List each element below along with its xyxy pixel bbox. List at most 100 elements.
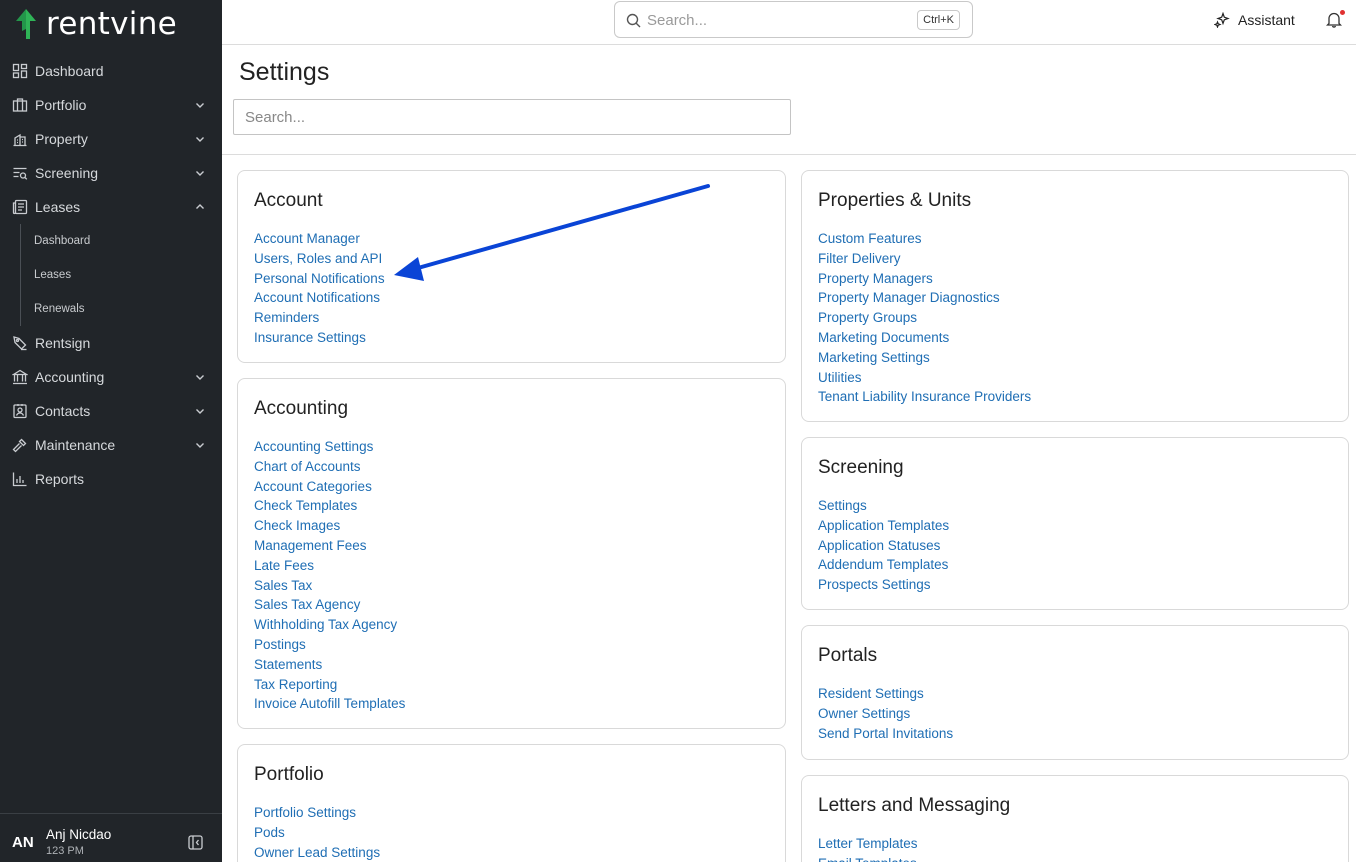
chevron-down-icon — [196, 409, 204, 414]
link-marketing-documents[interactable]: Marketing Documents — [818, 328, 1031, 348]
link-statements[interactable]: Statements — [254, 655, 405, 675]
link-property-managers[interactable]: Property Managers — [818, 269, 1031, 289]
chevron-down-icon — [196, 137, 204, 142]
card-links: Letter Templates Email Templates — [818, 834, 918, 862]
card-title: Portfolio — [254, 764, 324, 785]
header-divider — [222, 154, 1356, 155]
link-account-notifications[interactable]: Account Notifications — [254, 288, 385, 308]
link-resident-settings[interactable]: Resident Settings — [818, 684, 953, 704]
sidebar-item-property[interactable]: Property — [0, 122, 222, 156]
sidebar-item-screening[interactable]: Screening — [0, 156, 222, 190]
link-addendum-templates[interactable]: Addendum Templates — [818, 555, 949, 575]
accounting-icon — [12, 369, 28, 385]
rentsign-icon — [12, 335, 28, 351]
search-icon — [626, 13, 641, 28]
link-withholding-tax-agency[interactable]: Withholding Tax Agency — [254, 615, 405, 635]
link-portfolio-settings[interactable]: Portfolio Settings — [254, 803, 380, 823]
link-personal-notifications[interactable]: Personal Notifications — [254, 269, 385, 289]
link-application-templates[interactable]: Application Templates — [818, 516, 949, 536]
assistant-label: Assistant — [1238, 12, 1295, 28]
link-owner-settings[interactable]: Owner Settings — [818, 704, 953, 724]
chevron-down-icon — [196, 443, 204, 448]
sidebar: rentvine Dashboard Portfolio Property Sc… — [0, 0, 222, 862]
contacts-icon — [12, 403, 28, 419]
subnav-item-leases[interactable]: Leases — [21, 258, 222, 292]
sidebar-item-rentsign[interactable]: Rentsign — [0, 326, 222, 360]
link-accounting-settings[interactable]: Accounting Settings — [254, 437, 405, 457]
sidebar-item-label: Portfolio — [35, 97, 87, 113]
chevron-up-icon — [196, 204, 204, 209]
subnav-item-renewals[interactable]: Renewals — [21, 292, 222, 326]
user-name: Anj Nicdao — [46, 827, 112, 842]
sidebar-item-portfolio[interactable]: Portfolio — [0, 88, 222, 122]
rentvine-logo[interactable]: rentvine — [14, 6, 177, 42]
link-insurance-settings[interactable]: Insurance Settings — [254, 328, 385, 348]
card-links: Portfolio Settings Pods Owner Lead Setti… — [254, 803, 380, 862]
assistant-button[interactable]: Assistant — [1214, 12, 1295, 28]
card-account: Account Account Manager Users, Roles and… — [237, 170, 786, 363]
card-title: Accounting — [254, 398, 349, 419]
leases-subnav: Dashboard Leases Renewals — [20, 224, 222, 326]
link-reminders[interactable]: Reminders — [254, 308, 385, 328]
sidebar-item-label: Accounting — [35, 369, 105, 385]
maintenance-icon — [12, 437, 28, 453]
link-account-categories[interactable]: Account Categories — [254, 477, 405, 497]
sidebar-item-dashboard[interactable]: Dashboard — [0, 54, 222, 88]
link-custom-features[interactable]: Custom Features — [818, 229, 1031, 249]
card-title: Account — [254, 190, 323, 211]
card-links: Account Manager Users, Roles and API Per… — [254, 229, 385, 348]
link-users-roles-api[interactable]: Users, Roles and API — [254, 249, 385, 269]
link-property-groups[interactable]: Property Groups — [818, 308, 1031, 328]
link-owner-lead-settings[interactable]: Owner Lead Settings — [254, 843, 380, 862]
sidebar-item-contacts[interactable]: Contacts — [0, 394, 222, 428]
link-prospects-settings[interactable]: Prospects Settings — [818, 575, 949, 595]
link-screening-settings[interactable]: Settings — [818, 496, 949, 516]
card-accounting: Accounting Accounting Settings Chart of … — [237, 378, 786, 729]
card-properties-units: Properties & Units Custom Features Filte… — [801, 170, 1349, 422]
link-check-templates[interactable]: Check Templates — [254, 496, 405, 516]
sidebar-collapse-icon[interactable] — [188, 835, 203, 850]
chevron-down-icon — [196, 103, 204, 108]
link-tax-reporting[interactable]: Tax Reporting — [254, 675, 405, 695]
leases-icon — [12, 199, 28, 215]
dashboard-icon — [12, 63, 28, 79]
screening-icon — [12, 165, 28, 181]
user-profile[interactable]: AN Anj Nicdao 123 PM — [0, 813, 222, 862]
link-sales-tax-agency[interactable]: Sales Tax Agency — [254, 595, 405, 615]
link-account-manager[interactable]: Account Manager — [254, 229, 385, 249]
link-send-portal-invitations[interactable]: Send Portal Invitations — [818, 724, 953, 744]
link-email-templates[interactable]: Email Templates — [818, 854, 918, 862]
link-chart-of-accounts[interactable]: Chart of Accounts — [254, 457, 405, 477]
link-postings[interactable]: Postings — [254, 635, 405, 655]
link-pods[interactable]: Pods — [254, 823, 380, 843]
link-utilities[interactable]: Utilities — [818, 368, 1031, 388]
card-links: Accounting Settings Chart of Accounts Ac… — [254, 437, 405, 714]
link-tenant-liability-insurance-providers[interactable]: Tenant Liability Insurance Providers — [818, 387, 1031, 407]
link-letter-templates[interactable]: Letter Templates — [818, 834, 918, 854]
sidebar-item-maintenance[interactable]: Maintenance — [0, 428, 222, 462]
link-check-images[interactable]: Check Images — [254, 516, 405, 536]
link-management-fees[interactable]: Management Fees — [254, 536, 405, 556]
rentvine-leaf-icon — [16, 9, 36, 39]
settings-search-input[interactable] — [233, 99, 791, 135]
sidebar-item-label: Contacts — [35, 403, 91, 419]
sidebar-item-leases[interactable]: Leases — [0, 190, 222, 224]
sidebar-item-label: Dashboard — [35, 63, 104, 79]
link-marketing-settings[interactable]: Marketing Settings — [818, 348, 1031, 368]
page-title: Settings — [239, 58, 330, 86]
link-property-manager-diagnostics[interactable]: Property Manager Diagnostics — [818, 288, 1031, 308]
global-search[interactable]: Search... Ctrl+K — [614, 1, 973, 38]
chevron-down-icon — [196, 171, 204, 176]
link-application-statuses[interactable]: Application Statuses — [818, 536, 949, 556]
card-links: Settings Application Templates Applicati… — [818, 496, 949, 595]
link-sales-tax[interactable]: Sales Tax — [254, 576, 405, 596]
brand-name: rentvine — [46, 6, 178, 42]
link-invoice-autofill-templates[interactable]: Invoice Autofill Templates — [254, 694, 405, 714]
link-filter-delivery[interactable]: Filter Delivery — [818, 249, 1031, 269]
subnav-item-dashboard[interactable]: Dashboard — [21, 224, 222, 258]
card-title: Portals — [818, 645, 878, 666]
sidebar-item-accounting[interactable]: Accounting — [0, 360, 222, 394]
reports-icon — [12, 471, 28, 487]
link-late-fees[interactable]: Late Fees — [254, 556, 405, 576]
sidebar-item-reports[interactable]: Reports — [0, 462, 222, 496]
